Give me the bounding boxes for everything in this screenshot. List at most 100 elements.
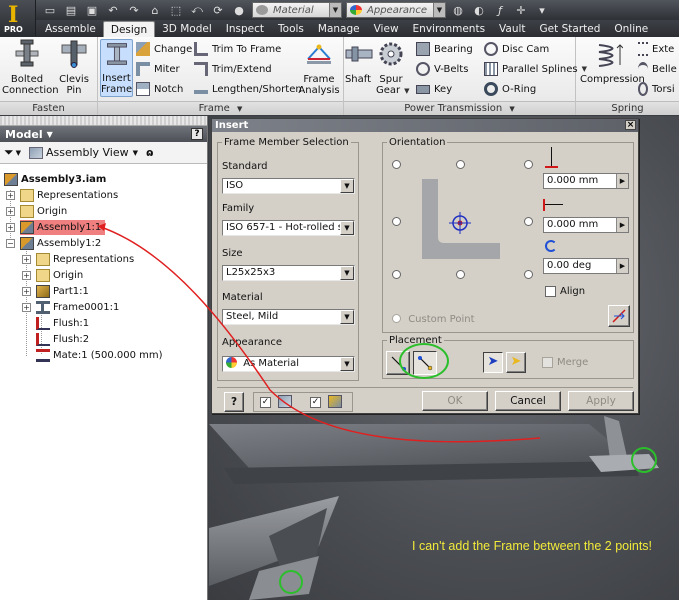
- material-combo[interactable]: Material ▼: [252, 2, 342, 18]
- close-icon[interactable]: ×: [625, 120, 636, 130]
- o-ring-button[interactable]: O-Ring: [484, 81, 536, 97]
- power-transmission-panel-title[interactable]: Power Transmission ▼: [344, 101, 575, 115]
- appearance-combo[interactable]: Appearance ▼: [346, 2, 446, 18]
- expand-icon[interactable]: +: [22, 303, 31, 312]
- expand-icon[interactable]: +: [6, 223, 15, 232]
- bolted-connection-button[interactable]: Bolted Connection: [2, 39, 59, 96]
- customize-caret-icon[interactable]: ▾: [533, 2, 551, 18]
- key-button[interactable]: Key: [416, 81, 452, 97]
- apply-button[interactable]: Apply: [568, 391, 634, 411]
- frame-analysis-button[interactable]: Frame Analysis: [298, 39, 340, 96]
- undo-icon[interactable]: ↶: [104, 2, 122, 18]
- v-belts-button[interactable]: V-Belts: [416, 61, 468, 77]
- tree-item-representations[interactable]: Representations: [20, 188, 118, 203]
- torsion-button[interactable]: Torsi: [638, 81, 675, 97]
- tree-item-flush2[interactable]: Flush:2: [36, 332, 89, 347]
- tab-online[interactable]: Online: [607, 21, 655, 37]
- browser-grip[interactable]: [0, 116, 207, 126]
- clevis-pin-button[interactable]: Clevis Pin: [54, 39, 94, 96]
- tab-3d-model[interactable]: 3D Model: [155, 21, 219, 37]
- change-button[interactable]: Change: [136, 41, 192, 57]
- save-icon[interactable]: ▣: [83, 2, 101, 18]
- tab-vault[interactable]: Vault: [492, 21, 533, 37]
- chevron-down-icon[interactable]: ▼: [133, 149, 138, 157]
- tree-item-flush1[interactable]: Flush:1: [36, 316, 89, 331]
- anchor-radio-bottom-center[interactable]: [456, 270, 465, 279]
- new-file-icon[interactable]: ▭: [41, 2, 59, 18]
- tree-item-frame0001[interactable]: Frame0001:1: [36, 300, 119, 315]
- select-cursor-button[interactable]: ➤: [483, 352, 503, 373]
- browser-header[interactable]: Model ▼ ?: [0, 126, 207, 142]
- tab-tools[interactable]: Tools: [271, 21, 311, 37]
- expand-icon[interactable]: +: [22, 255, 31, 264]
- arrow-right-icon[interactable]: ▶: [616, 174, 628, 188]
- expand-icon[interactable]: +: [22, 287, 31, 296]
- arrow-right-icon[interactable]: ▶: [616, 218, 628, 232]
- anchor-radio-middle-right[interactable]: [524, 217, 533, 226]
- family-select[interactable]: ISO 657-1 - Hot-rolled steel ▼: [222, 220, 355, 236]
- spur-gear-button[interactable]: Spur Gear ▼: [376, 39, 410, 97]
- bearing-button[interactable]: Bearing: [416, 41, 473, 57]
- tab-manage[interactable]: Manage: [311, 21, 367, 37]
- extension-button[interactable]: Exte: [638, 41, 674, 57]
- tab-get-started[interactable]: Get Started: [533, 21, 608, 37]
- anchor-radio-bottom-left[interactable]: [392, 270, 401, 279]
- insert-frame-button[interactable]: Insert Frame: [100, 39, 133, 97]
- view-mode-label[interactable]: Assembly View: [46, 146, 129, 159]
- clear-appearance-icon[interactable]: ◍: [449, 2, 467, 18]
- redo-icon[interactable]: ↷: [125, 2, 143, 18]
- select-cursor-alt-button[interactable]: ➤: [506, 352, 526, 373]
- expand-icon[interactable]: +: [6, 191, 15, 200]
- anchor-radio-top-right[interactable]: [524, 160, 533, 169]
- standard-select[interactable]: ISO ▼: [222, 178, 355, 194]
- tree-item-mate1[interactable]: Mate:1 (500.000 mm): [36, 348, 163, 363]
- custom-point-radio[interactable]: [392, 314, 401, 323]
- dialog-title-bar[interactable]: Insert ×: [212, 119, 638, 132]
- tab-assemble[interactable]: Assemble: [38, 21, 103, 37]
- binoculars-icon[interactable]: ɷ: [146, 146, 154, 159]
- tab-inspect[interactable]: Inspect: [219, 21, 271, 37]
- disc-cam-button[interactable]: Disc Cam: [484, 41, 549, 57]
- belleville-button[interactable]: Belle: [638, 61, 677, 77]
- expand-icon[interactable]: +: [6, 207, 15, 216]
- size-select[interactable]: L25x25x3 ▼: [222, 265, 355, 281]
- tree-item-part1[interactable]: Part1:1: [36, 284, 89, 299]
- align-checkbox[interactable]: [545, 286, 556, 297]
- return-icon[interactable]: ⤺: [188, 2, 206, 18]
- appearance-select[interactable]: As Material ▼: [222, 356, 355, 372]
- notch-button[interactable]: Notch: [136, 81, 183, 97]
- tab-view[interactable]: View: [367, 21, 406, 37]
- parallel-splines-button[interactable]: Parallel Splines ▼: [484, 61, 587, 77]
- tab-environments[interactable]: Environments: [406, 21, 493, 37]
- shaft-button[interactable]: Shaft: [344, 39, 373, 85]
- anchor-radio-top-left[interactable]: [392, 160, 401, 169]
- select-icon[interactable]: ⬚: [167, 2, 185, 18]
- filter-icon[interactable]: ⏷: [4, 145, 14, 160]
- frame-panel-title[interactable]: Frame ▼: [98, 101, 343, 115]
- update-icon[interactable]: ⟳: [209, 2, 227, 18]
- lengthen-shorten-button[interactable]: Lengthen/Shorten: [194, 81, 302, 97]
- compression-button[interactable]: Compression: [580, 39, 645, 85]
- open-folder-icon[interactable]: ▤: [62, 2, 80, 18]
- expand-icon[interactable]: +: [22, 271, 31, 280]
- tree-item-sub-representations[interactable]: Representations: [36, 252, 134, 267]
- tree-item-assembly1-2[interactable]: Assembly1:2: [20, 236, 101, 251]
- tree-item-sub-origin[interactable]: Origin: [36, 268, 83, 283]
- home-icon[interactable]: ⌂: [146, 2, 164, 18]
- option-checkbox-2[interactable]: ✓: [310, 397, 321, 408]
- tree-item-assembly3[interactable]: Assembly3.iam: [4, 172, 106, 187]
- tree-item-assembly1-1[interactable]: Assembly1:1: [20, 220, 106, 235]
- anchor-radio-middle-left[interactable]: [392, 217, 401, 226]
- trim-to-frame-button[interactable]: Trim To Frame: [194, 41, 281, 57]
- horizontal-offset-input[interactable]: 0.000 mm ▶: [543, 217, 629, 233]
- option-checkbox-1[interactable]: ✓: [260, 397, 271, 408]
- crosshair-icon[interactable]: ✛: [512, 2, 530, 18]
- anchor-radio-top-center[interactable]: [456, 160, 465, 169]
- chevron-down-icon[interactable]: ▼: [16, 149, 21, 157]
- help-icon[interactable]: ?: [191, 128, 203, 140]
- help-button[interactable]: ?: [224, 392, 244, 412]
- anchor-radio-bottom-right[interactable]: [524, 270, 533, 279]
- cancel-button[interactable]: Cancel: [495, 391, 561, 411]
- tab-design[interactable]: Design: [102, 21, 156, 37]
- inventor-logo[interactable]: I PRO: [0, 0, 36, 36]
